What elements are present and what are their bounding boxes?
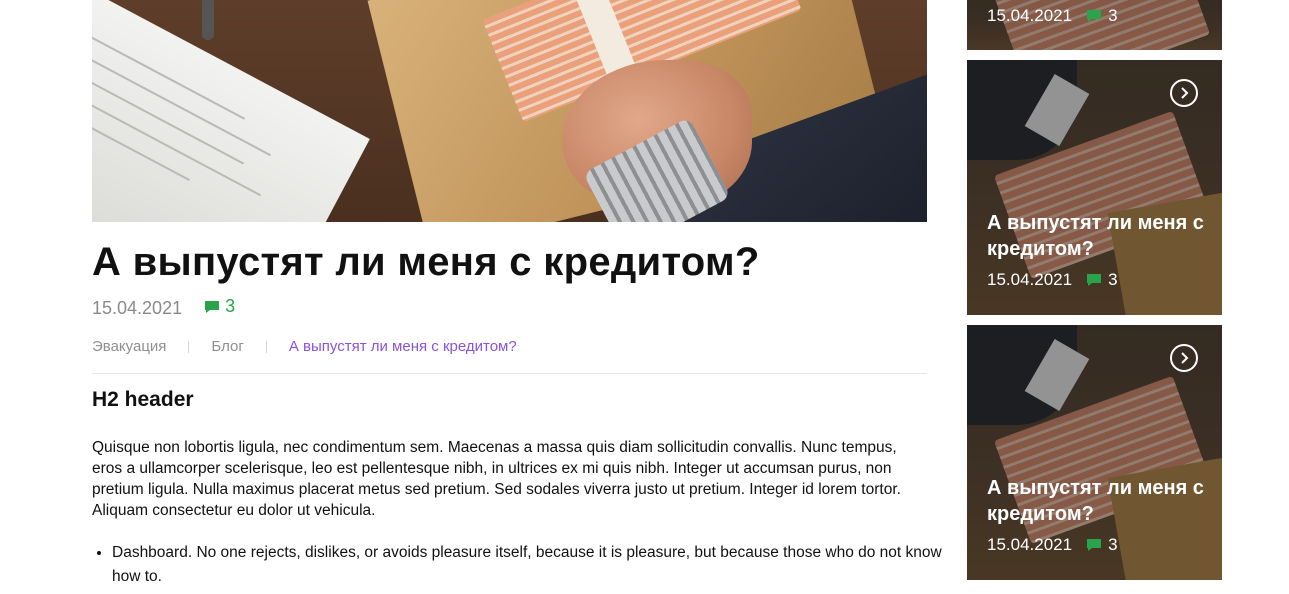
sidebar-card[interactable]: А выпустят ли меня с кредитом? 15.04.202… <box>967 60 1222 315</box>
card-comments: 3 <box>1086 535 1118 555</box>
sidebar-card[interactable]: 15.04.2021 3 <box>967 0 1222 50</box>
breadcrumb-item-blog[interactable]: Блог <box>211 338 243 355</box>
card-date: 15.04.2021 <box>987 270 1073 289</box>
card-title[interactable]: А выпустят ли меня с кредитом? <box>987 475 1207 527</box>
chat-bubble-icon <box>1087 539 1102 551</box>
breadcrumb-separator <box>265 340 267 353</box>
breadcrumb-item-evacuation[interactable]: Эвакуация <box>92 338 166 355</box>
article-hero-image <box>92 0 927 222</box>
card-meta: 15.04.2021 3 <box>987 6 1118 26</box>
breadcrumb-item-current: А выпустят ли меня с кредитом? <box>288 338 517 355</box>
card-meta: 15.04.2021 3 <box>987 270 1118 290</box>
breadcrumb: Эвакуация Блог А выпустят ли меня с кред… <box>92 338 517 355</box>
article-meta: 15.04.2021 3 <box>92 296 235 319</box>
card-comment-count: 3 <box>1108 535 1118 554</box>
article-list: Dashboard. No one rejects, dislikes, or … <box>92 541 952 589</box>
chevron-right-icon <box>1181 87 1189 99</box>
card-comments: 3 <box>1086 270 1118 290</box>
article-title: А выпустят ли меня с кредитом? <box>92 240 760 284</box>
card-date: 15.04.2021 <box>987 535 1073 554</box>
card-open-button[interactable] <box>1170 79 1198 107</box>
list-item: Dashboard. No one rejects, dislikes, or … <box>112 541 952 589</box>
breadcrumb-separator <box>188 340 190 353</box>
card-comment-count: 3 <box>1108 6 1118 25</box>
chat-bubble-icon <box>1087 10 1102 22</box>
chat-bubble-icon <box>1087 274 1102 286</box>
article-comments[interactable]: 3 <box>204 296 235 317</box>
section-heading: H2 header <box>92 388 194 411</box>
card-meta: 15.04.2021 3 <box>987 535 1118 555</box>
article-date: 15.04.2021 <box>92 298 183 318</box>
card-comment-count: 3 <box>1108 270 1118 289</box>
card-date: 15.04.2021 <box>987 6 1073 25</box>
article-paragraph: Quisque non lobortis ligula, nec condime… <box>92 439 901 519</box>
divider <box>92 373 927 374</box>
card-title[interactable]: А выпустят ли меня с кредитом? <box>987 210 1207 262</box>
chat-bubble-icon <box>205 300 220 313</box>
article-comment-count: 3 <box>225 296 236 316</box>
card-comments: 3 <box>1086 6 1118 26</box>
card-open-button[interactable] <box>1170 344 1198 372</box>
chevron-right-icon <box>1181 352 1189 364</box>
sidebar-card[interactable]: А выпустят ли меня с кредитом? 15.04.202… <box>967 325 1222 580</box>
